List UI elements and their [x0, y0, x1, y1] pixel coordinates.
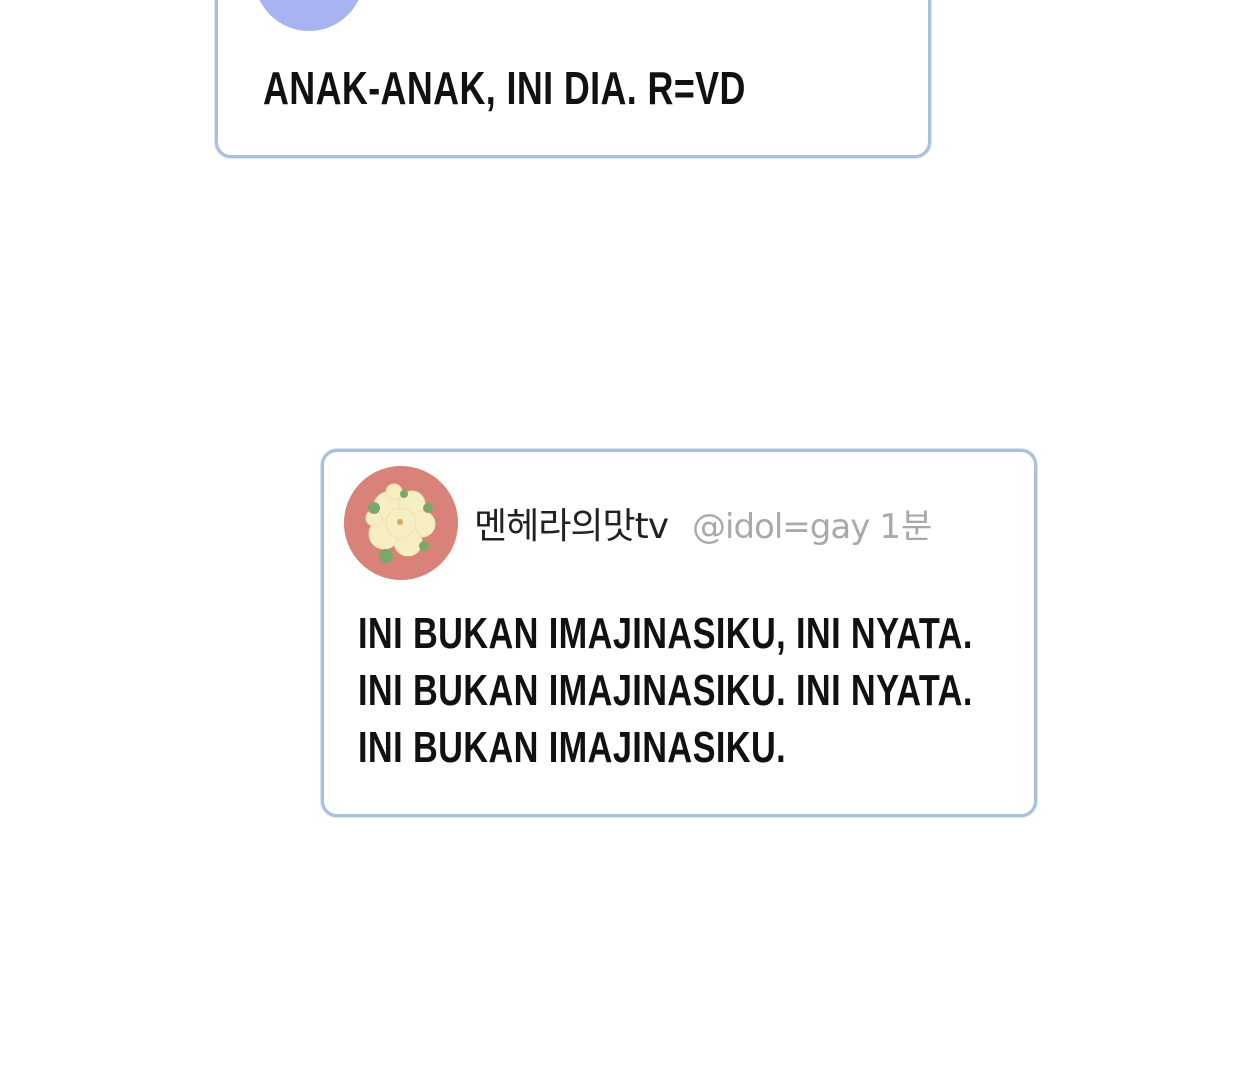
display-name[interactable]: 멘헤라의맛tv	[474, 497, 669, 549]
flower-icon	[344, 466, 458, 580]
user-handle[interactable]: @idol=gay	[692, 507, 870, 547]
avatar[interactable]	[254, 0, 364, 31]
post-header-cropped	[386, 0, 906, 7]
post-text-line: INI BUKAN IMAJINASIKU, INI NYATA.	[358, 609, 973, 658]
avatar[interactable]	[344, 466, 458, 580]
timestamp: 1분	[879, 507, 933, 547]
post-text-line: INI BUKAN IMAJINASIKU. INI NYATA.	[358, 666, 973, 715]
post-text-line: ANAK-ANAK, INI DIA. R=VD	[263, 62, 746, 114]
post-header: 멘헤라의맛tv @idol=gay 1분	[474, 497, 932, 557]
post-text: ANAK-ANAK, INI DIA. R=VD	[263, 62, 746, 114]
post-card: ANAK-ANAK, INI DIA. R=VD	[215, 0, 931, 158]
post-text-line: INI BUKAN IMAJINASIKU.	[358, 723, 787, 772]
post-text: INI BUKAN IMAJINASIKU, INI NYATA. INI BU…	[358, 605, 973, 776]
post-card: 멘헤라의맛tv @idol=gay 1분 INI BUKAN IMAJINASI…	[321, 449, 1037, 817]
